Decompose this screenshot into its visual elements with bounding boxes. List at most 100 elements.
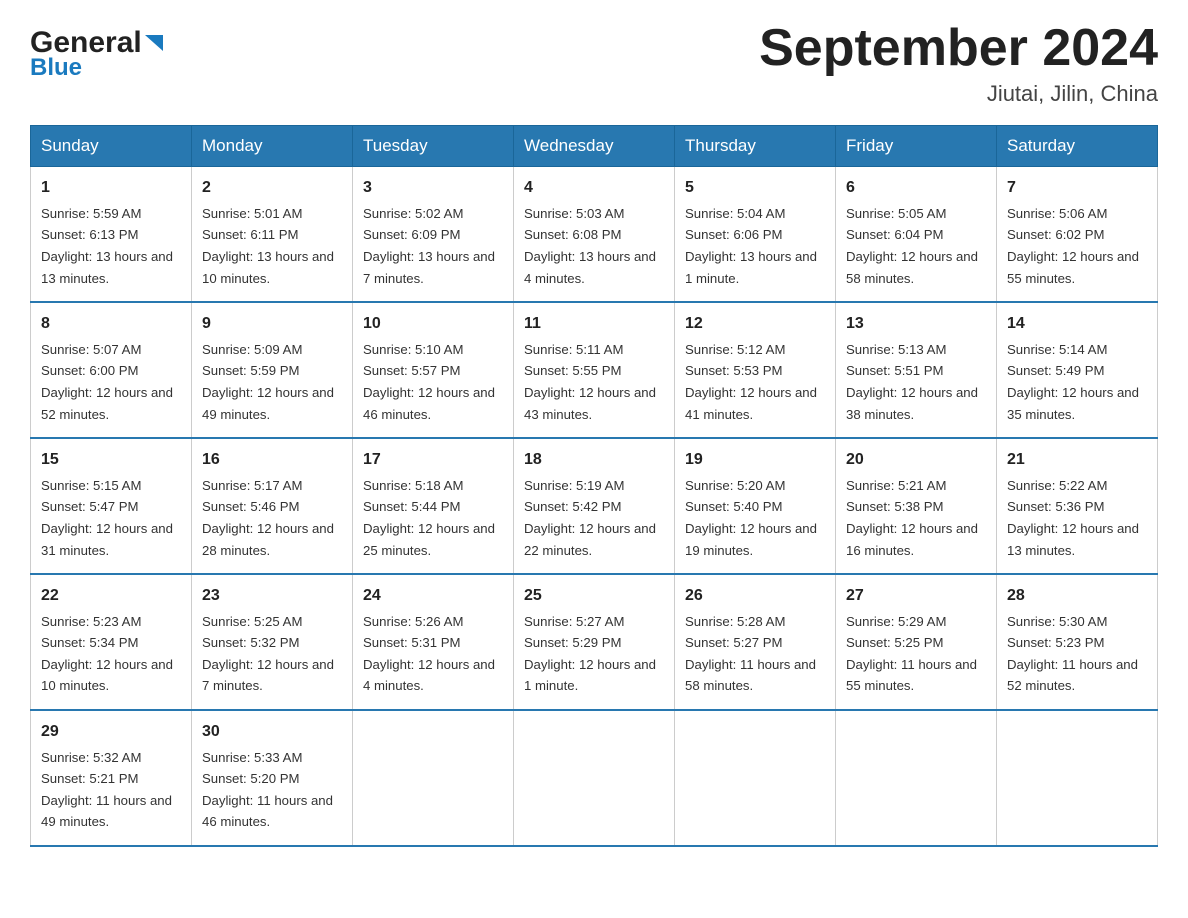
weekday-header-saturday: Saturday (997, 126, 1158, 167)
calendar-cell: 25 Sunrise: 5:27 AMSunset: 5:29 PMDaylig… (514, 574, 675, 710)
day-number: 4 (524, 175, 664, 201)
calendar-cell (353, 710, 514, 846)
cell-info: Sunrise: 5:32 AMSunset: 5:21 PMDaylight:… (41, 750, 172, 830)
calendar-cell: 5 Sunrise: 5:04 AMSunset: 6:06 PMDayligh… (675, 167, 836, 302)
cell-info: Sunrise: 5:21 AMSunset: 5:38 PMDaylight:… (846, 478, 978, 558)
cell-info: Sunrise: 5:11 AMSunset: 5:55 PMDaylight:… (524, 342, 656, 422)
calendar-cell: 19 Sunrise: 5:20 AMSunset: 5:40 PMDaylig… (675, 438, 836, 574)
week-row-2: 8 Sunrise: 5:07 AMSunset: 6:00 PMDayligh… (31, 302, 1158, 438)
cell-info: Sunrise: 5:14 AMSunset: 5:49 PMDaylight:… (1007, 342, 1139, 422)
title-section: September 2024 Jiutai, Jilin, China (759, 20, 1158, 107)
day-number: 6 (846, 175, 986, 201)
calendar-cell (675, 710, 836, 846)
cell-info: Sunrise: 5:15 AMSunset: 5:47 PMDaylight:… (41, 478, 173, 558)
week-row-4: 22 Sunrise: 5:23 AMSunset: 5:34 PMDaylig… (31, 574, 1158, 710)
day-number: 18 (524, 447, 664, 473)
day-number: 27 (846, 583, 986, 609)
day-number: 19 (685, 447, 825, 473)
weekday-header-monday: Monday (192, 126, 353, 167)
calendar-cell: 16 Sunrise: 5:17 AMSunset: 5:46 PMDaylig… (192, 438, 353, 574)
cell-info: Sunrise: 5:06 AMSunset: 6:02 PMDaylight:… (1007, 206, 1139, 286)
calendar-cell: 21 Sunrise: 5:22 AMSunset: 5:36 PMDaylig… (997, 438, 1158, 574)
day-number: 11 (524, 311, 664, 337)
calendar-cell: 27 Sunrise: 5:29 AMSunset: 5:25 PMDaylig… (836, 574, 997, 710)
cell-info: Sunrise: 5:12 AMSunset: 5:53 PMDaylight:… (685, 342, 817, 422)
month-title: September 2024 (759, 20, 1158, 77)
cell-info: Sunrise: 5:05 AMSunset: 6:04 PMDaylight:… (846, 206, 978, 286)
cell-info: Sunrise: 5:59 AMSunset: 6:13 PMDaylight:… (41, 206, 173, 286)
calendar-cell: 4 Sunrise: 5:03 AMSunset: 6:08 PMDayligh… (514, 167, 675, 302)
day-number: 25 (524, 583, 664, 609)
calendar-cell: 3 Sunrise: 5:02 AMSunset: 6:09 PMDayligh… (353, 167, 514, 302)
cell-info: Sunrise: 5:03 AMSunset: 6:08 PMDaylight:… (524, 206, 656, 286)
cell-info: Sunrise: 5:20 AMSunset: 5:40 PMDaylight:… (685, 478, 817, 558)
calendar-cell: 10 Sunrise: 5:10 AMSunset: 5:57 PMDaylig… (353, 302, 514, 438)
day-number: 15 (41, 447, 181, 473)
cell-info: Sunrise: 5:02 AMSunset: 6:09 PMDaylight:… (363, 206, 495, 286)
day-number: 8 (41, 311, 181, 337)
calendar-cell: 1 Sunrise: 5:59 AMSunset: 6:13 PMDayligh… (31, 167, 192, 302)
calendar-cell: 30 Sunrise: 5:33 AMSunset: 5:20 PMDaylig… (192, 710, 353, 846)
calendar-cell: 15 Sunrise: 5:15 AMSunset: 5:47 PMDaylig… (31, 438, 192, 574)
week-row-5: 29 Sunrise: 5:32 AMSunset: 5:21 PMDaylig… (31, 710, 1158, 846)
cell-info: Sunrise: 5:23 AMSunset: 5:34 PMDaylight:… (41, 614, 173, 694)
calendar-cell: 9 Sunrise: 5:09 AMSunset: 5:59 PMDayligh… (192, 302, 353, 438)
calendar-cell: 7 Sunrise: 5:06 AMSunset: 6:02 PMDayligh… (997, 167, 1158, 302)
day-number: 17 (363, 447, 503, 473)
cell-info: Sunrise: 5:19 AMSunset: 5:42 PMDaylight:… (524, 478, 656, 558)
cell-info: Sunrise: 5:04 AMSunset: 6:06 PMDaylight:… (685, 206, 817, 286)
calendar-cell: 20 Sunrise: 5:21 AMSunset: 5:38 PMDaylig… (836, 438, 997, 574)
weekday-header-tuesday: Tuesday (353, 126, 514, 167)
day-number: 10 (363, 311, 503, 337)
day-number: 26 (685, 583, 825, 609)
calendar-cell (514, 710, 675, 846)
weekday-header-thursday: Thursday (675, 126, 836, 167)
weekday-header-row: SundayMondayTuesdayWednesdayThursdayFrid… (31, 126, 1158, 167)
week-row-1: 1 Sunrise: 5:59 AMSunset: 6:13 PMDayligh… (31, 167, 1158, 302)
location: Jiutai, Jilin, China (759, 81, 1158, 107)
cell-info: Sunrise: 5:26 AMSunset: 5:31 PMDaylight:… (363, 614, 495, 694)
calendar-cell: 26 Sunrise: 5:28 AMSunset: 5:27 PMDaylig… (675, 574, 836, 710)
calendar-cell: 12 Sunrise: 5:12 AMSunset: 5:53 PMDaylig… (675, 302, 836, 438)
calendar-cell: 23 Sunrise: 5:25 AMSunset: 5:32 PMDaylig… (192, 574, 353, 710)
day-number: 12 (685, 311, 825, 337)
calendar-cell: 11 Sunrise: 5:11 AMSunset: 5:55 PMDaylig… (514, 302, 675, 438)
calendar-cell: 29 Sunrise: 5:32 AMSunset: 5:21 PMDaylig… (31, 710, 192, 846)
calendar-cell: 6 Sunrise: 5:05 AMSunset: 6:04 PMDayligh… (836, 167, 997, 302)
day-number: 1 (41, 175, 181, 201)
day-number: 13 (846, 311, 986, 337)
day-number: 21 (1007, 447, 1147, 473)
day-number: 29 (41, 719, 181, 745)
day-number: 24 (363, 583, 503, 609)
day-number: 16 (202, 447, 342, 473)
calendar-cell (997, 710, 1158, 846)
weekday-header-friday: Friday (836, 126, 997, 167)
calendar-cell: 8 Sunrise: 5:07 AMSunset: 6:00 PMDayligh… (31, 302, 192, 438)
cell-info: Sunrise: 5:27 AMSunset: 5:29 PMDaylight:… (524, 614, 656, 694)
calendar-cell: 13 Sunrise: 5:13 AMSunset: 5:51 PMDaylig… (836, 302, 997, 438)
calendar-cell: 22 Sunrise: 5:23 AMSunset: 5:34 PMDaylig… (31, 574, 192, 710)
cell-info: Sunrise: 5:30 AMSunset: 5:23 PMDaylight:… (1007, 614, 1138, 694)
cell-info: Sunrise: 5:09 AMSunset: 5:59 PMDaylight:… (202, 342, 334, 422)
calendar-cell: 28 Sunrise: 5:30 AMSunset: 5:23 PMDaylig… (997, 574, 1158, 710)
day-number: 3 (363, 175, 503, 201)
cell-info: Sunrise: 5:22 AMSunset: 5:36 PMDaylight:… (1007, 478, 1139, 558)
day-number: 28 (1007, 583, 1147, 609)
cell-info: Sunrise: 5:33 AMSunset: 5:20 PMDaylight:… (202, 750, 333, 830)
day-number: 14 (1007, 311, 1147, 337)
cell-info: Sunrise: 5:07 AMSunset: 6:00 PMDaylight:… (41, 342, 173, 422)
cell-info: Sunrise: 5:13 AMSunset: 5:51 PMDaylight:… (846, 342, 978, 422)
day-number: 2 (202, 175, 342, 201)
logo: General Blue (30, 26, 165, 81)
calendar-table: SundayMondayTuesdayWednesdayThursdayFrid… (30, 125, 1158, 847)
week-row-3: 15 Sunrise: 5:15 AMSunset: 5:47 PMDaylig… (31, 438, 1158, 574)
weekday-header-wednesday: Wednesday (514, 126, 675, 167)
page-header: General Blue September 2024 Jiutai, Jili… (30, 20, 1158, 107)
day-number: 5 (685, 175, 825, 201)
cell-info: Sunrise: 5:29 AMSunset: 5:25 PMDaylight:… (846, 614, 977, 694)
calendar-cell: 24 Sunrise: 5:26 AMSunset: 5:31 PMDaylig… (353, 574, 514, 710)
calendar-cell: 2 Sunrise: 5:01 AMSunset: 6:11 PMDayligh… (192, 167, 353, 302)
cell-info: Sunrise: 5:01 AMSunset: 6:11 PMDaylight:… (202, 206, 334, 286)
cell-info: Sunrise: 5:28 AMSunset: 5:27 PMDaylight:… (685, 614, 816, 694)
day-number: 9 (202, 311, 342, 337)
